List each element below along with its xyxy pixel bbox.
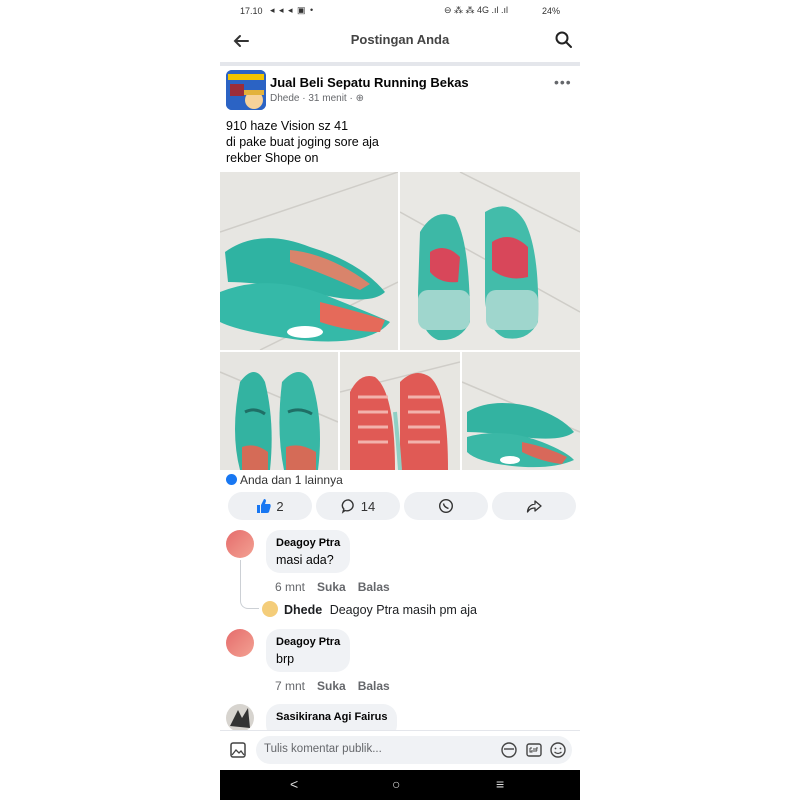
commenter-avatar[interactable] <box>226 530 254 558</box>
like-reaction-icon <box>226 474 237 485</box>
post-line: 910 haze Vision sz 41 <box>226 119 349 133</box>
system-nav-bar: < ○ ≡ <box>220 770 580 800</box>
signal-icons: ⊖ ⁂ ⁂ 4G .ıl .ıl <box>444 5 509 15</box>
nav-back-icon[interactable]: < <box>290 776 298 792</box>
group-avatar[interactable] <box>226 70 266 110</box>
nav-recents-icon[interactable]: ≡ <box>496 776 504 792</box>
share-icon <box>526 500 542 513</box>
globe-icon: ⊕ <box>355 93 364 104</box>
post-text: 910 haze Vision sz 41 di pake buat jogin… <box>226 118 379 166</box>
avatar-sticker-icon[interactable] <box>500 741 518 759</box>
battery-level: 24% <box>542 6 561 16</box>
commenter-avatar[interactable] <box>226 704 254 732</box>
comment-text: brp <box>276 652 295 666</box>
comment-text: masi ada? <box>276 553 334 567</box>
comment-input[interactable]: Tulis komentar publik... <box>256 736 572 764</box>
reply-text: Deagoy Ptra masih pm aja <box>329 603 477 617</box>
emoji-icon[interactable] <box>549 741 567 759</box>
phone-screen: 17.10 ◂ ◂ ◂ ▣ • ⊖ ⁂ ⁂ 4G .ıl .ıl 24% Pos… <box>220 0 580 800</box>
comment-placeholder: Tulis komentar publik... <box>264 743 382 755</box>
notification-icons: ◂ ◂ ◂ ▣ • <box>270 5 315 15</box>
like-button[interactable]: 2 <box>228 492 312 520</box>
header-divider <box>220 62 580 66</box>
reaction-summary[interactable]: Anda dan 1 lainnya <box>226 473 343 487</box>
commenter-name[interactable]: Sasikirana Agi Fairus <box>276 711 387 723</box>
whatsapp-share-button[interactable] <box>404 492 488 520</box>
comment-actions: 7 mnt Suka Balas <box>275 679 390 693</box>
post-line: di pake buat joging sore aja <box>226 135 379 149</box>
comment-like-link[interactable]: Suka <box>317 580 346 594</box>
reply-thread-line <box>240 560 259 609</box>
comment-reply-link[interactable]: Balas <box>358 580 390 594</box>
post-author[interactable]: Dhede <box>270 93 299 104</box>
whatsapp-icon <box>438 498 454 514</box>
page-title: Postingan Anda <box>350 32 450 47</box>
gif-icon[interactable] <box>525 741 543 759</box>
post-photo-5[interactable] <box>462 352 580 470</box>
post-photo-4[interactable] <box>340 352 460 470</box>
status-time: 17.10 <box>240 6 263 16</box>
post-time: 31 menit <box>308 93 347 104</box>
commenter-avatar[interactable] <box>226 629 254 657</box>
comment-time: 6 mnt <box>275 580 306 594</box>
comment-icon <box>341 499 354 514</box>
comment-composer: Tulis komentar publik... <box>220 730 580 771</box>
post-meta: Dhede · 31 menit · ⊕ <box>270 93 364 104</box>
comment-bubble: Deagoy Ptra masi ada? <box>266 530 351 573</box>
comment-button[interactable]: 14 <box>316 492 400 520</box>
comment-count: 14 <box>360 498 376 514</box>
search-icon[interactable] <box>554 30 574 50</box>
status-bar: 17.10 ◂ ◂ ◂ ▣ • ⊖ ⁂ ⁂ 4G .ıl .ıl 24% <box>220 0 580 24</box>
commenter-name[interactable]: Deagoy Ptra <box>276 537 340 549</box>
nav-home-icon[interactable]: ○ <box>392 776 400 792</box>
app-header: Postingan Anda <box>220 24 580 58</box>
reply-avatar <box>262 601 278 617</box>
comment-bubble: Deagoy Ptra brp <box>266 629 351 672</box>
post-photo-3[interactable] <box>220 352 338 470</box>
more-options-icon[interactable]: ••• <box>554 74 572 90</box>
photo-icon[interactable] <box>229 741 247 759</box>
post-photo-1[interactable] <box>220 172 398 350</box>
reaction-text: Anda dan 1 lainnya <box>240 473 343 487</box>
share-button[interactable] <box>492 492 576 520</box>
group-name-link[interactable]: Jual Beli Sepatu Running Bekas <box>270 75 469 90</box>
commenter-name[interactable]: Deagoy Ptra <box>276 636 340 648</box>
thumbs-up-icon <box>257 499 272 513</box>
comment-like-link[interactable]: Suka <box>317 679 346 693</box>
post-line: rekber Shope on <box>226 151 319 165</box>
reply-author[interactable]: Dhede <box>284 603 322 617</box>
comment-time: 7 mnt <box>275 679 306 693</box>
reply-preview[interactable]: Dhede Deagoy Ptra masih pm aja <box>262 601 477 617</box>
comment-reply-link[interactable]: Balas <box>358 679 390 693</box>
comment-actions: 6 mnt Suka Balas <box>275 580 390 594</box>
post-photo-2[interactable] <box>400 172 580 350</box>
like-count: 2 <box>276 498 284 514</box>
